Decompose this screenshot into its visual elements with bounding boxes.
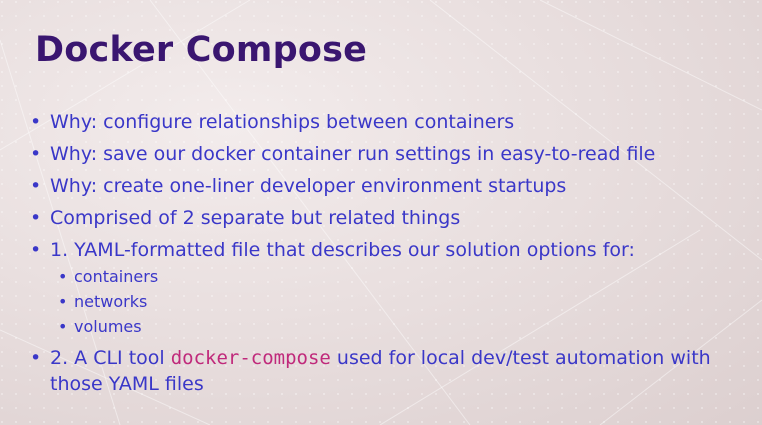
bullet-item: • 1. YAML-formatted file that describes … [30, 234, 745, 266]
inline-code: docker-compose [170, 347, 331, 369]
bullet-item: • Why: create one-liner developer enviro… [30, 170, 745, 202]
bullet-dot-icon: • [30, 239, 42, 261]
sub-bullet-item: • volumes [58, 314, 745, 339]
sub-bullet-text: containers [74, 267, 159, 286]
bullet-item: • Why: configure relationships between c… [30, 106, 745, 138]
bullet-dot-icon: • [58, 292, 68, 311]
bullet-item: • Why: save our docker container run set… [30, 138, 745, 170]
bullet-dot-icon: • [58, 267, 68, 286]
bullet-dot-icon: • [30, 347, 42, 369]
bullet-dot-icon: • [30, 143, 42, 165]
bullet-dot-icon: • [30, 111, 42, 133]
sub-bullet-text: volumes [74, 317, 142, 336]
bullet-text-prefix: 2. A CLI tool [50, 347, 171, 369]
slide: Docker Compose • Why: configure relation… [0, 0, 762, 425]
bullet-text: Comprised of 2 separate but related thin… [50, 207, 461, 229]
bullet-list: • Why: configure relationships between c… [30, 106, 745, 397]
sub-bullet-list: • containers • networks • volumes [30, 264, 745, 339]
sub-bullet-item: • networks [58, 289, 745, 314]
bullet-item: • Comprised of 2 separate but related th… [30, 202, 745, 234]
slide-title: Docker Compose [35, 30, 368, 70]
bullet-text: Why: save our docker container run setti… [50, 143, 656, 165]
bullet-text: Why: configure relationships between con… [50, 111, 515, 133]
bullet-item: • 2. A CLI tool docker-compose used for … [30, 345, 745, 397]
sub-bullet-group: • containers • networks • volumes [30, 264, 745, 339]
sub-bullet-text: networks [74, 292, 148, 311]
sub-bullet-item: • containers [58, 264, 745, 289]
bullet-dot-icon: • [30, 207, 42, 229]
bullet-text: Why: create one-liner developer environm… [50, 175, 567, 197]
bullet-dot-icon: • [58, 317, 68, 336]
bullet-text: 1. YAML-formatted file that describes ou… [50, 239, 635, 261]
bullet-dot-icon: • [30, 175, 42, 197]
